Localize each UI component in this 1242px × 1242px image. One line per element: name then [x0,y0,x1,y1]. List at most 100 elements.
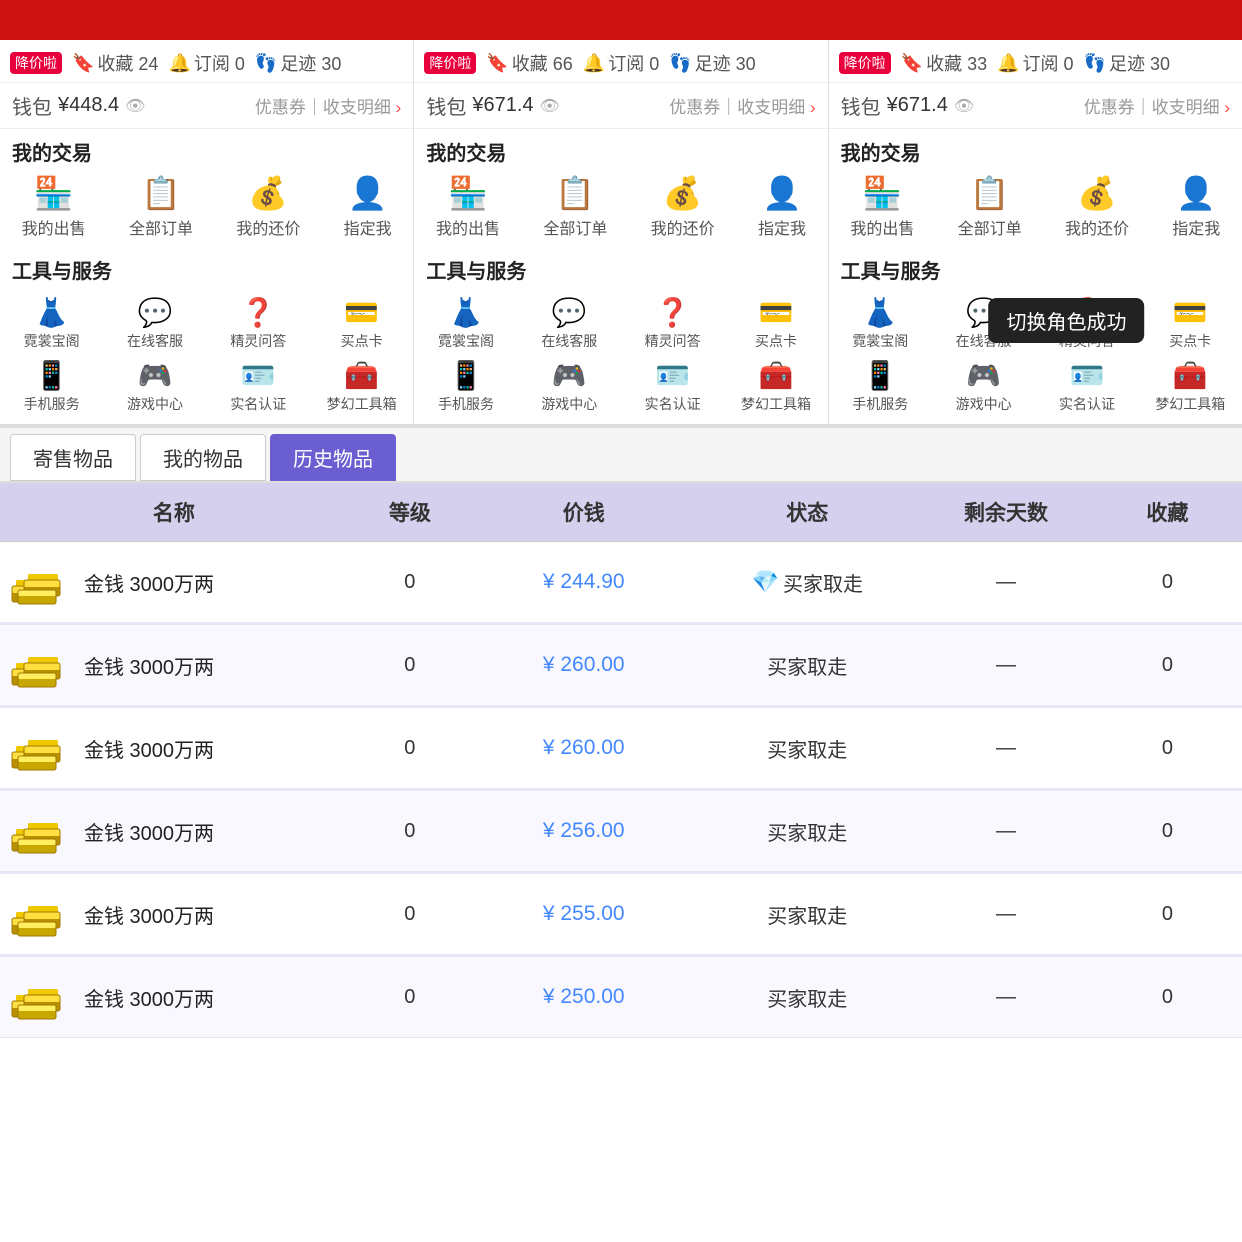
trade-icon-0: 🏪 [34,174,74,212]
trade-icon-1: 📋 [141,174,181,212]
tool-icon-0: 👗 [449,296,484,329]
wallet-row: 钱包 ¥671.4 👁 优惠券｜收支明细 › [414,83,827,129]
trade-item-3[interactable]: 👤 指定我 [1172,174,1220,239]
tab-1[interactable]: 我的物品 [140,434,266,481]
tool-icon-6: 🪪 [1070,359,1105,392]
panel-stats: 降价啦 🔖 收藏 66 🔔 订阅 0 👣 足迹 30 [414,40,827,83]
wallet-links[interactable]: 优惠券｜收支明细 › [669,93,815,118]
cell-collect-4: 0 [1093,903,1242,926]
tools-section: 👗 霓裳宝阁 💬 在线客服 ❓ 精灵问答 💳 [0,288,413,424]
wallet-links[interactable]: 优惠券｜收支明细 › [1084,93,1230,118]
tool-item-5[interactable]: 🎮 游戏中心 [932,355,1035,418]
tool-item-5[interactable]: 🎮 游戏中心 [103,355,206,418]
cell-days-2: — [919,737,1093,760]
gold-icon-2 [10,724,74,772]
gold-icon-4 [10,890,74,938]
subscribe-stat: 🔔 订阅 0 [583,50,659,76]
collect-stat: 🔖 收藏 33 [901,50,987,76]
subscribe-stat: 🔔 订阅 0 [997,50,1073,76]
tool-icon-7: 🧰 [344,359,379,392]
tools-icons: 👗 霓裳宝阁 💬 在线客服 ❓ 精灵问答 💳 [0,288,413,424]
cell-status-5: 买家取走 [695,983,919,1012]
cell-level-1: 0 [348,654,472,677]
panel-3: 降价啦 🔖 收藏 33 🔔 订阅 0 👣 足迹 30 钱包 ¥671.4 👁 优… [829,40,1242,424]
tab-0[interactable]: 寄售物品 [10,434,136,481]
trade-item-1[interactable]: 📋 全部订单 [958,174,1022,239]
tab-2[interactable]: 历史物品 [270,434,396,481]
trade-item-0[interactable]: 🏪 我的出售 [850,174,914,239]
tool-item-2[interactable]: ❓ 精灵问答 [621,292,724,355]
tool-item-1[interactable]: 💬 在线客服 [103,292,206,355]
tool-item-3[interactable]: 💳 买点卡 [1139,292,1242,355]
trade-item-0[interactable]: 🏪 我的出售 [436,174,500,239]
tool-item-6[interactable]: 🪪 实名认证 [1035,355,1138,418]
tool-item-7[interactable]: 🧰 梦幻工具箱 [724,355,827,418]
tools-section: 👗 霓裳宝阁 💬 在线客服 ❓ 精灵问答 💳 [414,288,827,424]
tools-section-title: 工具与服务 [0,247,413,288]
tool-item-5[interactable]: 🎮 游戏中心 [518,355,621,418]
tool-item-0[interactable]: 👗 霓裳宝阁 [414,292,517,355]
wallet-label: 钱包 [12,91,52,120]
item-name-4: 金钱 3000万两 [84,900,214,929]
cell-status-1: 买家取走 [695,651,919,680]
jianjia-badge: 降价啦 [424,52,476,74]
trade-icon-0: 🏪 [448,174,488,212]
tools-section-title: 工具与服务 [829,247,1242,288]
tool-item-0[interactable]: 👗 霓裳宝阁 [0,292,103,355]
tool-icon-3: 💳 [759,296,794,329]
main-table: 名称 等级 价钱 状态 剩余天数 收藏 金钱 3000万两 0 ¥ 244.90… [0,483,1242,1038]
eye-icon[interactable]: 👁 [954,96,974,116]
tool-icon-1: 💬 [552,296,587,329]
wallet-label: 钱包 [426,91,466,120]
tool-icon-5: 🎮 [552,359,587,392]
header [0,0,1242,40]
tool-item-2[interactable]: ❓ 精灵问答 [207,292,310,355]
cell-status-3: 买家取走 [695,817,919,846]
tool-item-4[interactable]: 📱 手机服务 [414,355,517,418]
table-row: 金钱 3000万两 0 ¥ 250.00 买家取走 — 0 [0,957,1242,1038]
subscribe-icon: 🔔 [168,53,190,74]
tool-item-7[interactable]: 🧰 梦幻工具箱 [310,355,413,418]
tool-icon-7: 🧰 [759,359,794,392]
trade-item-3[interactable]: 👤 指定我 [758,174,806,239]
tool-item-6[interactable]: 🪪 实名认证 [621,355,724,418]
col-header-level: 等级 [348,497,472,527]
footprint-icon: 👣 [1084,53,1106,74]
cell-name-2: 金钱 3000万两 [0,724,348,772]
tool-icon-3: 💳 [1173,296,1208,329]
trade-item-2[interactable]: 💰 我的还价 [651,174,715,239]
tab-bar: 寄售物品我的物品历史物品 [0,426,1242,483]
cell-price-2: ¥ 260.00 [472,736,696,760]
cell-name-5: 金钱 3000万两 [0,973,348,1021]
tool-item-3[interactable]: 💳 买点卡 [310,292,413,355]
trade-item-1[interactable]: 📋 全部订单 [129,174,193,239]
wallet-links[interactable]: 优惠券｜收支明细 › [255,93,401,118]
table-body: 金钱 3000万两 0 ¥ 244.90 💎买家取走 — 0 金钱 3000万两… [0,542,1242,1038]
trade-item-1[interactable]: 📋 全部订单 [543,174,607,239]
eye-icon[interactable]: 👁 [540,96,560,116]
trade-icon-2: 💰 [663,174,703,212]
tool-item-1[interactable]: 💬 在线客服 [518,292,621,355]
tools-section: 切换角色成功 👗 霓裳宝阁 💬 在线客服 ❓ 精灵问答 [829,288,1242,424]
cell-price-4: ¥ 255.00 [472,902,696,926]
item-name-2: 金钱 3000万两 [84,734,214,763]
trade-item-0[interactable]: 🏪 我的出售 [22,174,86,239]
trade-item-2[interactable]: 💰 我的还价 [1065,174,1129,239]
item-name-0: 金钱 3000万两 [84,568,214,597]
cell-days-3: — [919,820,1093,843]
panel-stats: 降价啦 🔖 收藏 33 🔔 订阅 0 👣 足迹 30 [829,40,1242,83]
trade-icon-3: 👤 [1176,174,1216,212]
tool-item-4[interactable]: 📱 手机服务 [0,355,103,418]
tool-item-0[interactable]: 👗 霓裳宝阁 [829,292,932,355]
tool-item-4[interactable]: 📱 手机服务 [829,355,932,418]
trade-icons: 🏪 我的出售 📋 全部订单 💰 我的还价 👤 指定我 [414,170,827,247]
trade-item-3[interactable]: 👤 指定我 [344,174,392,239]
subscribe-icon: 🔔 [997,53,1019,74]
tool-item-6[interactable]: 🪪 实名认证 [207,355,310,418]
eye-icon[interactable]: 👁 [125,96,145,116]
gold-icon-0 [10,558,74,606]
tool-item-7[interactable]: 🧰 梦幻工具箱 [1139,355,1242,418]
tool-item-3[interactable]: 💳 买点卡 [724,292,827,355]
trade-item-2[interactable]: 💰 我的还价 [236,174,300,239]
gem-icon: 💎 [752,569,779,595]
